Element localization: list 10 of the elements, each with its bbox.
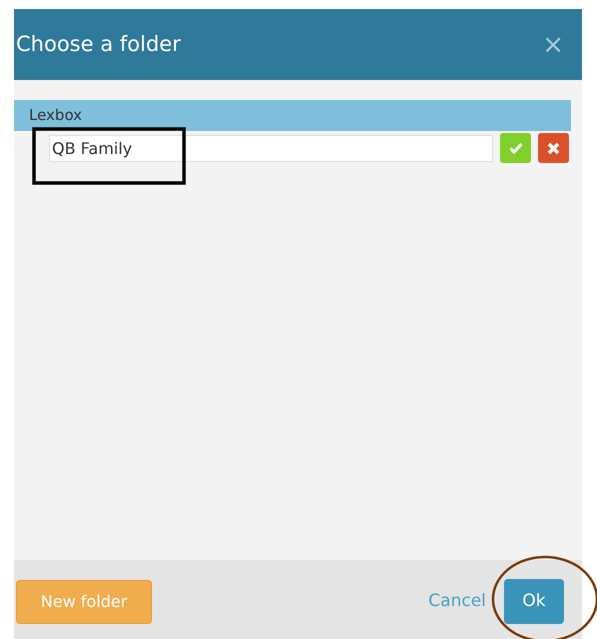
cancel-edit-button[interactable] [538,133,569,163]
folder-name-field[interactable]: QB Family [49,134,493,162]
folder-item[interactable]: Lexbox [14,100,571,131]
cancel-link[interactable]: Cancel [428,588,486,614]
check-icon [508,142,522,154]
new-folder-button[interactable]: New folder [16,580,152,624]
close-button[interactable]: × [542,32,564,58]
close-icon [547,142,560,154]
ok-button[interactable]: Ok [504,579,564,624]
dialog-title: Choose a folder [16,30,181,58]
